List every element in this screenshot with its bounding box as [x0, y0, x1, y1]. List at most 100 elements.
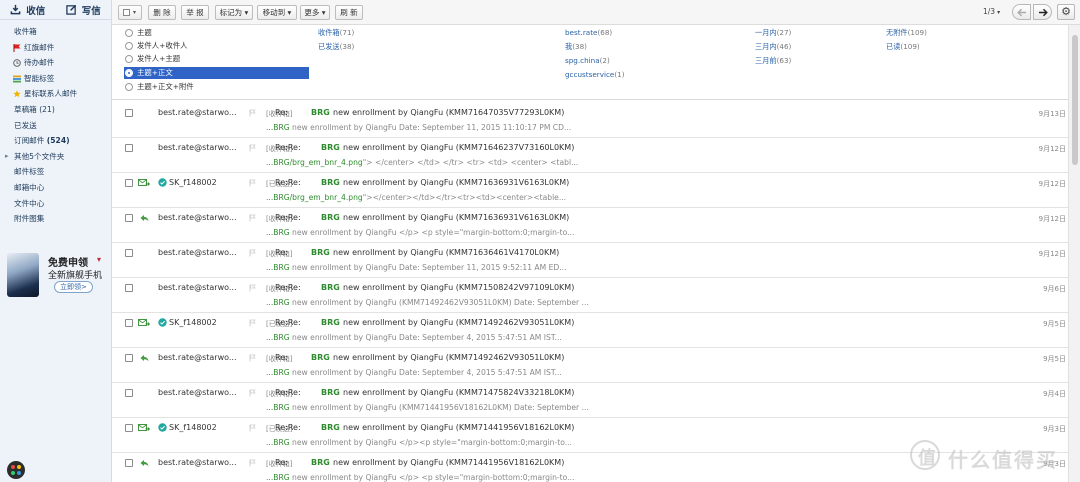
- report-button[interactable]: 举 报: [181, 5, 209, 20]
- email-row[interactable]: best.rate@starwo... [收件箱] Re: BRG new enroll…: [112, 243, 1068, 278]
- email-subject[interactable]: new enrollment by QiangFu (KMM71441956V1…: [343, 423, 574, 432]
- email-sender: best.rate@starwo...: [158, 353, 237, 362]
- promo-banner[interactable]: 免费申领 ▾ 全新旗舰手机 立即领>: [7, 253, 107, 297]
- email-subject[interactable]: new enrollment by QiangFu (KMM71508242V9…: [343, 283, 574, 292]
- email-subject[interactable]: new enrollment by QiangFu (KMM71636461V4…: [333, 248, 559, 257]
- filter-sender-gccustservice[interactable]: gccustservice(1): [565, 70, 625, 79]
- email-subject[interactable]: new enrollment by QiangFu (KMM71636931V6…: [343, 178, 569, 187]
- filter-no-attachment[interactable]: 无附件(109): [886, 28, 927, 38]
- refresh-button[interactable]: 刷 新: [335, 5, 363, 20]
- email-subject[interactable]: new enrollment by QiangFu (KMM71441956V1…: [333, 458, 564, 467]
- scope-option-sender-recipient[interactable]: 发件人+收件人: [124, 40, 309, 52]
- snippet-text: new enrollment by QiangFu Date: Septembe…: [289, 333, 562, 342]
- flag-icon[interactable]: [249, 144, 256, 152]
- reply-prefix: Re:Re:: [275, 423, 301, 432]
- flag-icon[interactable]: [249, 389, 256, 397]
- filter-sender-me[interactable]: 我(38): [565, 42, 587, 52]
- search-filter-panel: 主题 发件人+收件人 发件人+主题 主题+正文 主题+正文+附件 收件箱(71)…: [112, 25, 1068, 100]
- flag-icon[interactable]: [249, 249, 256, 257]
- flag-icon[interactable]: [249, 214, 256, 222]
- flag-icon[interactable]: [249, 284, 256, 292]
- sidebar-item-attachment-gallery[interactable]: 附件图集: [0, 211, 111, 227]
- arrow-left-icon: [1017, 8, 1026, 17]
- sidebar-item-red-flag[interactable]: 红旗邮件: [0, 40, 111, 56]
- row-checkbox[interactable]: [125, 109, 133, 117]
- snippet-text: new enrollment by QiangFu </p> <p style=…: [289, 228, 575, 237]
- email-row[interactable]: best.rate@starwo... [收件箱] Re:Re: BRG new enr…: [112, 383, 1068, 418]
- sidebar-item-mail-tags[interactable]: 邮件标签: [0, 164, 111, 180]
- scrollbar-thumb[interactable]: [1072, 35, 1078, 165]
- flag-icon[interactable]: [249, 179, 256, 187]
- email-row[interactable]: best.rate@starwo... [收件箱] Re:Re: BRG new enr…: [112, 138, 1068, 173]
- move-to-button[interactable]: 移动到 ▾: [257, 5, 297, 20]
- promo-claim-button[interactable]: 立即领>: [54, 281, 93, 293]
- row-checkbox[interactable]: [125, 214, 133, 222]
- email-subject[interactable]: new enrollment by QiangFu (KMM71647035V7…: [333, 108, 564, 117]
- row-checkbox[interactable]: [125, 144, 133, 152]
- flag-icon[interactable]: [249, 319, 256, 327]
- filter-time-3months[interactable]: 三月内(46): [755, 42, 791, 52]
- email-row[interactable]: best.rate@starwo... [收件箱] Re:Re: BRG new enr…: [112, 278, 1068, 313]
- expand-arrow-icon[interactable]: ▸: [5, 149, 9, 165]
- sidebar-item-drafts[interactable]: 草稿箱 (21): [0, 102, 111, 118]
- sidebar-item-starred[interactable]: 星标联系人邮件: [0, 86, 111, 102]
- row-checkbox[interactable]: [125, 424, 133, 432]
- row-checkbox[interactable]: [125, 284, 133, 292]
- flag-icon[interactable]: [249, 109, 256, 117]
- sidebar-item-other-folders[interactable]: ▸ 其他5个文件夹: [0, 149, 111, 165]
- email-subject[interactable]: new enrollment by QiangFu (KMM71492462V9…: [333, 353, 564, 362]
- sidebar-item-todo[interactable]: 待办邮件: [0, 55, 111, 71]
- email-subject[interactable]: new enrollment by QiangFu (KMM71636931V6…: [343, 213, 569, 222]
- email-row[interactable]: SK_f148002 [已发送] Re:Re: BRG new enrollment b…: [112, 173, 1068, 208]
- sidebar-item-label: 邮箱中心: [14, 182, 45, 192]
- sidebar-item-sent[interactable]: 已发送: [0, 118, 111, 134]
- sidebar-item-subscriptions[interactable]: 订阅邮件 (524): [0, 133, 111, 149]
- sidebar-item-inbox[interactable]: 收件箱: [0, 24, 111, 40]
- next-page-button[interactable]: [1033, 4, 1052, 20]
- filter-time-older[interactable]: 三月前(63): [755, 56, 791, 66]
- sidebar-item-file-center[interactable]: 文件中心: [0, 196, 111, 212]
- flag-icon[interactable]: [249, 459, 256, 467]
- email-row[interactable]: best.rate@starwo... [收件箱] Re: BRG new enroll…: [112, 348, 1068, 383]
- row-checkbox[interactable]: [125, 354, 133, 362]
- more-button[interactable]: 更多 ▾: [300, 5, 330, 20]
- filter-folder-sent[interactable]: 已发送(38): [318, 42, 354, 52]
- scope-option-subject-body[interactable]: 主题+正文: [124, 67, 309, 79]
- row-checkbox[interactable]: [125, 459, 133, 467]
- filter-folder-inbox[interactable]: 收件箱(71): [318, 28, 354, 38]
- row-checkbox[interactable]: [125, 319, 133, 327]
- prev-page-button[interactable]: [1012, 4, 1031, 20]
- compose-button[interactable]: 写信: [56, 0, 112, 19]
- flag-icon[interactable]: [249, 424, 256, 432]
- sidebar-item-mail-center[interactable]: 邮箱中心: [0, 180, 111, 196]
- select-all-checkbox[interactable]: ▾: [118, 5, 142, 20]
- delete-button[interactable]: 删 除: [148, 5, 176, 20]
- scope-option-subject[interactable]: 主题: [124, 27, 309, 39]
- sidebar-item-smart-tags[interactable]: 智能标签: [0, 71, 111, 87]
- row-checkbox[interactable]: [125, 389, 133, 397]
- email-date: 9月12日: [1038, 145, 1066, 153]
- email-row[interactable]: SK_f148002 [已发送] Re:Re: BRG new enrollment b…: [112, 313, 1068, 348]
- flag-icon[interactable]: [249, 354, 256, 362]
- mark-as-button[interactable]: 标记为 ▾: [215, 5, 253, 20]
- page-indicator[interactable]: 1/3 ▾: [983, 7, 1000, 16]
- scrollbar[interactable]: [1068, 25, 1080, 482]
- app-grid-icon[interactable]: [7, 461, 25, 479]
- filter-sender-bestrate[interactable]: best.rate(68): [565, 28, 612, 37]
- row-checkbox[interactable]: [125, 249, 133, 257]
- settings-button[interactable]: ⚙: [1057, 4, 1075, 20]
- email-subject[interactable]: new enrollment by QiangFu (KMM71646237V7…: [343, 143, 574, 152]
- filter-time-month[interactable]: 一月内(27): [755, 28, 791, 38]
- email-row[interactable]: best.rate@starwo... [收件箱] Re: BRG new enroll…: [112, 103, 1068, 138]
- row-checkbox[interactable]: [125, 179, 133, 187]
- scope-option-sender-subject[interactable]: 发件人+主题: [124, 53, 309, 65]
- tag-stack-icon: [13, 75, 21, 83]
- chevron-down-icon: ▾: [133, 9, 137, 16]
- email-subject[interactable]: new enrollment by QiangFu (KMM71492462V9…: [343, 318, 574, 327]
- scope-option-subject-body-attachment[interactable]: 主题+正文+附件: [124, 81, 309, 93]
- email-subject[interactable]: new enrollment by QiangFu (KMM71475824V3…: [343, 388, 574, 397]
- filter-sender-spgchina[interactable]: spg.china(2): [565, 56, 610, 65]
- email-row[interactable]: best.rate@starwo... [收件箱] Re:Re: BRG new enr…: [112, 208, 1068, 243]
- filter-read[interactable]: 已读(109): [886, 42, 920, 52]
- receive-button[interactable]: 收信: [0, 0, 56, 19]
